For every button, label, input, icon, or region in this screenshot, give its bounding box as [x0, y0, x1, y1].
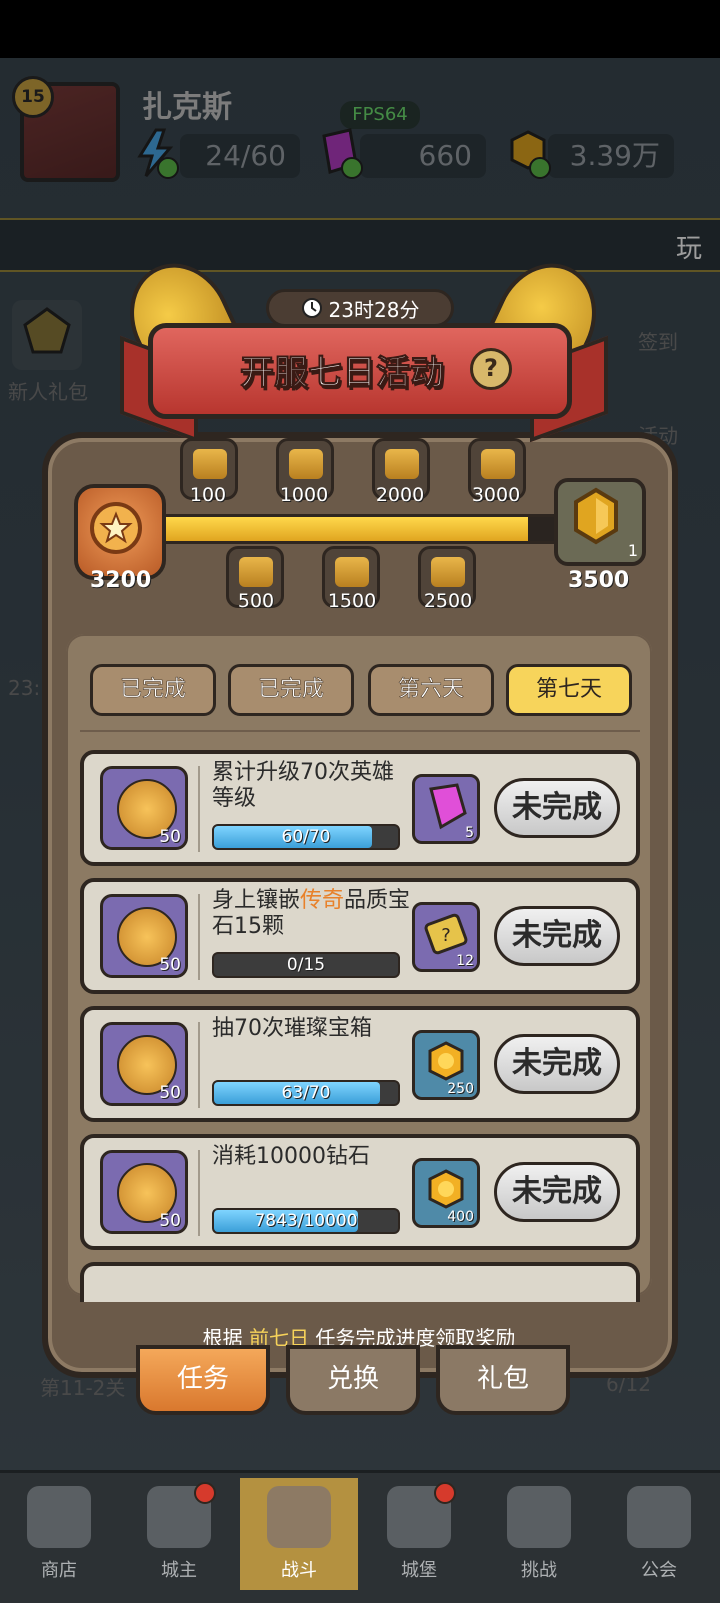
nav-label: 商店 [41, 1560, 77, 1581]
mystery-ticket-icon[interactable]: ? 12 [412, 902, 480, 972]
event-timer: 23时28分 [266, 289, 454, 327]
task-progress-text: 7843/10000 [254, 1211, 358, 1231]
task-incomplete-button[interactable]: 未完成 [494, 778, 620, 838]
event-timer-text: 23时28分 [328, 297, 420, 322]
crossed-swords-icon [267, 1486, 331, 1548]
task-progress-bar: 7843/10000 [212, 1208, 400, 1234]
points-progress-bar [150, 514, 566, 544]
current-points: 3200 [90, 568, 152, 593]
nav-label: 战斗 [281, 1560, 317, 1581]
task-card: 50 身上镶嵌传奇品质宝石15颗 0/15 ? 12 未完成 [80, 878, 640, 994]
milestone-label: 1000 [279, 484, 329, 506]
svg-text:?: ? [441, 925, 451, 946]
task-card-partial [80, 1262, 640, 1302]
tab-day-1[interactable]: 已完成 [90, 664, 216, 716]
gold-coin-icon[interactable]: 400 [412, 1158, 480, 1228]
pink-gem-icon[interactable]: 5 [412, 774, 480, 844]
task-points: 50 [159, 955, 181, 975]
reward-count: 250 [447, 1081, 474, 1097]
task-progress-bar: 60/70 [212, 824, 400, 850]
task-incomplete-button[interactable]: 未完成 [494, 1034, 620, 1094]
task-points-icon: 50 [100, 766, 188, 850]
nav-lord[interactable]: 城主 [120, 1478, 238, 1590]
nav-guild[interactable]: 公会 [600, 1478, 718, 1590]
task-incomplete-button[interactable]: 未完成 [494, 906, 620, 966]
tab-divider [80, 730, 640, 732]
task-title: 累计升级70次英雄等级 [212, 760, 394, 811]
milestone-label: 500 [237, 590, 275, 612]
task-progress-text: 0/15 [286, 955, 326, 975]
task-title: 抽70次璀璨宝箱 [212, 1016, 372, 1041]
final-reward-count: 1 [627, 541, 638, 560]
demon-mask-icon [507, 1486, 571, 1548]
task-progress-text: 63/70 [281, 1083, 331, 1103]
help-button[interactable]: ? [470, 348, 512, 390]
task-title: 身上镶嵌传奇品质宝石15颗 [212, 888, 412, 940]
guild-banner-icon [627, 1486, 691, 1548]
task-points: 50 [159, 827, 181, 847]
points-progress-fill [153, 517, 528, 541]
nav-shop[interactable]: 商店 [0, 1478, 118, 1590]
tab-tasks[interactable]: 任务 [136, 1345, 270, 1415]
event-title: 开服七日活动 [240, 353, 445, 394]
nav-castle[interactable]: 城堡 [360, 1478, 478, 1590]
task-title-part: 身上镶嵌 [212, 888, 301, 913]
task-divider [198, 894, 200, 980]
tab-day-6[interactable]: 第六天 [368, 664, 494, 716]
task-title-highlight: 传奇 [300, 888, 345, 913]
points-badge-icon [74, 484, 166, 580]
nav-label: 挑战 [521, 1560, 557, 1581]
gold-coin-icon[interactable]: 250 [412, 1030, 480, 1100]
task-divider [198, 1150, 200, 1236]
task-progress-text: 60/70 [281, 827, 331, 847]
gold-gem-icon [574, 487, 618, 545]
milestone-label: 1500 [327, 590, 377, 612]
reward-count: 12 [456, 953, 474, 969]
reward-count: 5 [465, 825, 474, 841]
nav-battle[interactable]: 战斗 [240, 1478, 358, 1590]
nav-challenge[interactable]: 挑战 [480, 1478, 598, 1590]
status-bar [0, 0, 720, 58]
tab-exchange[interactable]: 兑换 [286, 1345, 420, 1415]
nav-label: 城堡 [401, 1560, 437, 1581]
milestone-label: 100 [189, 484, 227, 506]
task-points-icon: 50 [100, 1150, 188, 1234]
task-progress-bar: 0/15 [212, 952, 400, 978]
clock-icon [301, 298, 322, 318]
task-card: 50 抽70次璀璨宝箱 63/70 250 未完成 [80, 1006, 640, 1122]
notification-dot [194, 1482, 216, 1504]
milestone-label: 2000 [375, 484, 425, 506]
tab-day-7[interactable]: 第七天 [506, 664, 632, 716]
task-points-icon: 50 [100, 894, 188, 978]
tab-gift-pack[interactable]: 礼包 [436, 1345, 570, 1415]
notification-dot [434, 1482, 456, 1504]
task-points: 50 [159, 1083, 181, 1103]
nav-label: 公会 [641, 1560, 677, 1581]
task-incomplete-button[interactable]: 未完成 [494, 1162, 620, 1222]
reward-count: 400 [447, 1209, 474, 1225]
task-divider [198, 1022, 200, 1108]
task-title: 消耗10000钻石 [212, 1144, 370, 1169]
task-points: 50 [159, 1211, 181, 1231]
task-card: 50 消耗10000钻石 7843/10000 400 未完成 [80, 1134, 640, 1250]
milestone-label: 3000 [471, 484, 521, 506]
tab-day-2[interactable]: 已完成 [228, 664, 354, 716]
task-divider [198, 766, 200, 852]
task-progress-bar: 63/70 [212, 1080, 400, 1106]
task-points-icon: 50 [100, 1022, 188, 1106]
final-reward-box[interactable]: 1 [554, 478, 646, 566]
nav-label: 城主 [161, 1560, 197, 1581]
max-points: 3500 [568, 568, 630, 593]
milestone-label: 2500 [423, 590, 473, 612]
shop-icon [27, 1486, 91, 1548]
task-card: 50 累计升级70次英雄等级 60/70 5 未完成 [80, 750, 640, 866]
